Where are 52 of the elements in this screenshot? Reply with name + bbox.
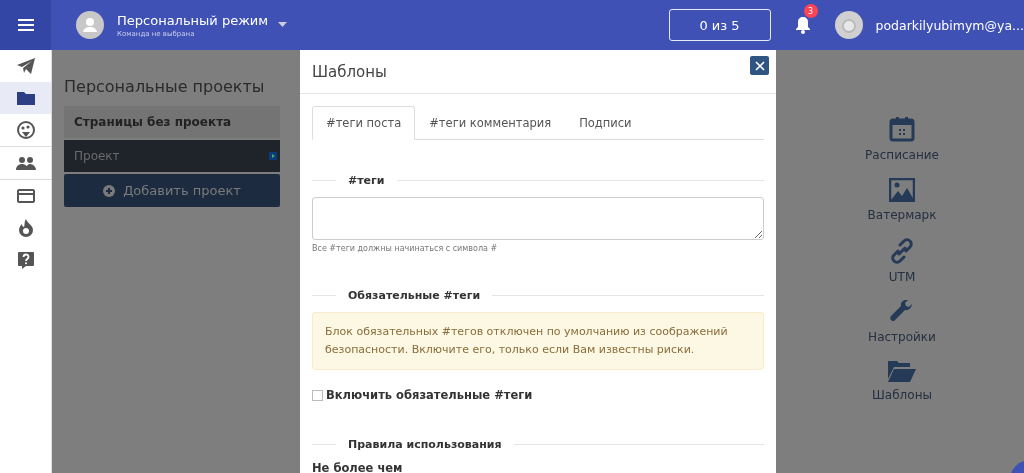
tab[interactable]: Подписи (565, 106, 646, 140)
close-button[interactable] (750, 56, 769, 75)
link-icon (890, 238, 914, 264)
card-icon (16, 189, 35, 203)
paper-plane-icon (16, 58, 35, 74)
calendar-icon (889, 116, 915, 142)
wrench-icon (890, 300, 914, 324)
help-text: Все #теги должны начинаться с символа # (312, 244, 499, 253)
tool-label: Расписание (865, 148, 939, 162)
project-list-item[interactable]: Страницы без проекта (64, 106, 280, 138)
tab[interactable]: #теги комментария (415, 106, 566, 140)
checkbox[interactable] (312, 389, 323, 401)
image-icon (889, 178, 915, 202)
help-icon (17, 251, 34, 269)
play-icon[interactable] (269, 152, 277, 160)
tool-link[interactable]: Ватермарк (867, 178, 937, 222)
dialog-title: Шаблоны (312, 62, 387, 81)
caret-icon[interactable] (278, 21, 288, 27)
bell-icon[interactable] (794, 16, 811, 34)
add-project-button[interactable]: Добавить проект (64, 174, 280, 207)
folder-icon (888, 360, 916, 382)
user-avatar-icon[interactable] (834, 11, 863, 39)
counter-button[interactable]: 0 из 5 (668, 9, 771, 41)
user-email[interactable]: podarkilyubimym@ya... (875, 17, 1024, 33)
project-list-item[interactable]: Проект (64, 138, 280, 172)
notification-badge: 3 (803, 4, 818, 18)
section-legend: Правила использования (348, 438, 502, 451)
tool-link[interactable]: Шаблоны (872, 360, 932, 402)
tool-link[interactable]: Настройки (868, 300, 936, 344)
section-legend: Обязательные #теги (348, 289, 481, 302)
warning-alert: Блок обязательных #тегов отключен по умолчанию из соображений безопасности. Включите его, только если Вам известны риски. (312, 312, 764, 370)
tab[interactable]: #теги поста (312, 106, 416, 140)
folder-icon (16, 91, 35, 105)
tool-link[interactable]: UTM (888, 238, 916, 284)
workspace-title: Персональный режим (117, 12, 269, 28)
tool-link[interactable]: Расписание (865, 116, 939, 162)
section-legend: #теги (348, 174, 385, 187)
checkbox-label[interactable]: Включить обязательные #теги (326, 388, 533, 402)
flame-icon (18, 219, 33, 237)
field-label: Не более чем (312, 461, 404, 473)
section-title: Персональные проекты (64, 77, 266, 96)
plus-icon (103, 184, 116, 197)
tool-label: Ватермарк (867, 208, 937, 222)
sidebar-item[interactable] (0, 82, 51, 114)
tool-label: Шаблоны (872, 388, 932, 402)
avatar-icon[interactable] (76, 11, 104, 39)
close-icon (754, 60, 765, 71)
people-icon (15, 156, 36, 170)
tool-label: UTM (888, 270, 916, 284)
tool-label: Настройки (868, 330, 936, 344)
tags-input-field[interactable] (312, 197, 764, 240)
menu-icon[interactable] (17, 19, 34, 31)
